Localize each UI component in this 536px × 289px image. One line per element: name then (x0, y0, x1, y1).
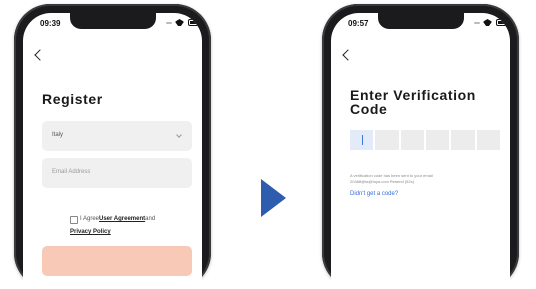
hint-line-2: 20488@ta@tuya.com Resend (52s) (350, 179, 414, 184)
page-title: Register (42, 91, 103, 107)
agree-checkbox[interactable] (70, 216, 78, 224)
notch (377, 13, 464, 29)
email-field[interactable]: Email Address (42, 158, 192, 188)
battery-icon (188, 19, 202, 26)
battery-icon (496, 19, 510, 26)
verification-hint: A verification code has been sent to you… (350, 173, 500, 185)
text-cursor (361, 135, 363, 145)
agree-prefix: I Agree (80, 216, 100, 222)
email-placeholder: Email Address (52, 169, 91, 175)
user-agreement-link[interactable]: User Agreement (99, 216, 145, 222)
signal-icon (474, 22, 480, 24)
chevron-down-icon (176, 132, 182, 138)
signal-icon (166, 22, 172, 24)
back-icon[interactable] (342, 49, 354, 61)
privacy-policy-link[interactable]: Privacy Policy (70, 229, 111, 235)
wifi-icon (175, 19, 184, 26)
code-digit-box[interactable] (400, 130, 424, 150)
arrow-right-icon (261, 179, 286, 217)
notch (69, 13, 156, 29)
register-button[interactable] (42, 246, 192, 276)
back-icon[interactable] (34, 49, 46, 61)
phone-register: 09:39 Register Italy Email Address I Agr… (14, 4, 211, 289)
agree-and: and (145, 216, 156, 222)
title-line-2: Code (350, 101, 388, 117)
code-digit-box[interactable] (350, 130, 374, 150)
code-digit-box[interactable] (425, 130, 450, 150)
country-value: Italy (52, 132, 64, 138)
country-select[interactable]: Italy (42, 121, 192, 151)
title-line-1: Enter Verification (350, 87, 476, 103)
verification-screen: 09:57 Enter Verification Code A verifica… (331, 13, 510, 289)
register-screen: 09:39 Register Italy Email Address I Agr… (23, 13, 202, 289)
agreement-line: I AgreeUser Agreementand (80, 216, 155, 222)
resend-code-link[interactable]: Didn't get a code? (350, 191, 398, 197)
wifi-icon (483, 19, 492, 26)
code-digit-box[interactable] (476, 130, 500, 150)
status-time: 09:39 (40, 19, 61, 28)
code-input[interactable] (350, 130, 500, 150)
code-digit-box[interactable] (451, 130, 475, 150)
phone-verification: 09:57 Enter Verification Code A verifica… (322, 4, 519, 289)
code-digit-box[interactable] (375, 130, 399, 150)
page-title: Enter Verification Code (350, 88, 476, 116)
status-time: 09:57 (348, 19, 369, 28)
